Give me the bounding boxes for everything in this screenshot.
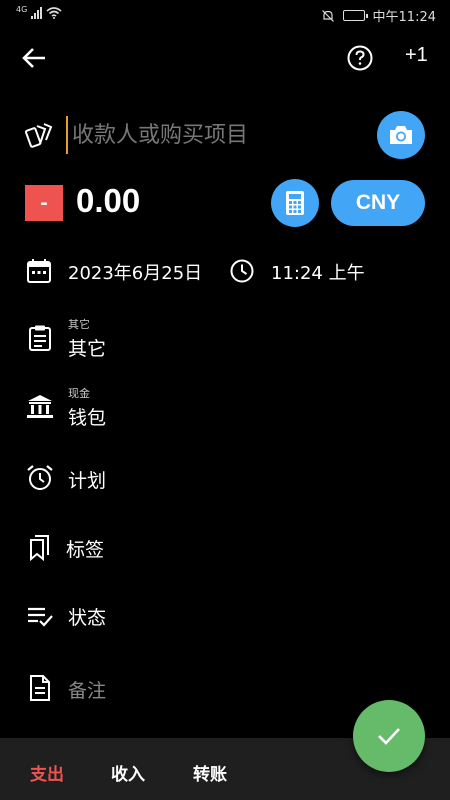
- camera-button[interactable]: [377, 111, 425, 159]
- category-row[interactable]: 其它 其它: [0, 312, 450, 364]
- status-row[interactable]: 状态: [0, 595, 450, 635]
- save-fab-button[interactable]: [353, 700, 425, 772]
- help-icon[interactable]: [346, 44, 374, 72]
- datetime-row: 2023年6月25日 11:24 上午: [0, 254, 450, 288]
- tab-expense[interactable]: 支出: [30, 760, 64, 785]
- calculator-button[interactable]: [271, 179, 319, 227]
- silent-icon: [321, 9, 334, 22]
- status-right: 中午11:24: [321, 6, 436, 25]
- status-left: 4G: [16, 4, 62, 19]
- currency-button[interactable]: CNY: [331, 180, 425, 226]
- back-arrow-icon[interactable]: [20, 44, 50, 72]
- tags-row[interactable]: 标签: [0, 527, 450, 567]
- check-icon: [378, 728, 400, 745]
- amount-value[interactable]: 0.00: [76, 182, 140, 220]
- bookmarks-icon: [30, 535, 49, 561]
- tab-income[interactable]: 收入: [111, 760, 145, 785]
- account-value: 钱包: [68, 407, 107, 429]
- wifi-icon: [46, 7, 62, 19]
- camera-icon: [390, 126, 412, 144]
- signal-icon: [31, 7, 43, 19]
- payee-row: [0, 110, 450, 160]
- account-sub-label: 现金: [68, 387, 90, 400]
- alarm-icon: [27, 465, 53, 490]
- tags-label: 标签: [66, 539, 105, 561]
- payee-input[interactable]: [66, 116, 346, 154]
- time-field[interactable]: 11:24 上午: [271, 259, 365, 285]
- category-sub-label: 其它: [68, 318, 90, 331]
- category-value: 其它: [68, 338, 107, 360]
- tab-transfer[interactable]: 转账: [193, 760, 227, 785]
- app-bar: +1: [0, 30, 450, 86]
- date-field[interactable]: 2023年6月25日: [68, 259, 202, 285]
- calendar-icon: [27, 259, 51, 283]
- bank-icon: [27, 395, 53, 418]
- document-icon: [30, 675, 50, 701]
- schedule-label: 计划: [68, 470, 107, 492]
- amount-row: - 0.00 CNY: [0, 178, 450, 228]
- cards-icon: [24, 123, 53, 148]
- status-time: 中午11:24: [372, 10, 436, 25]
- schedule-row[interactable]: 计划: [0, 458, 450, 498]
- list-check-icon: [28, 607, 53, 627]
- clock-icon: [230, 259, 254, 283]
- battery-icon: [342, 10, 368, 21]
- clipboard-icon: [29, 325, 51, 351]
- plus-one-button[interactable]: +1: [405, 44, 428, 67]
- status-label: 状态: [68, 607, 107, 629]
- notes-placeholder: 备注: [68, 680, 107, 702]
- status-bar: 4G 中午11:24: [0, 0, 450, 30]
- network-label: 4G: [16, 4, 28, 14]
- account-row[interactable]: 现金 钱包: [0, 381, 450, 433]
- calculator-icon: [286, 191, 304, 215]
- sign-toggle-button[interactable]: -: [25, 185, 63, 221]
